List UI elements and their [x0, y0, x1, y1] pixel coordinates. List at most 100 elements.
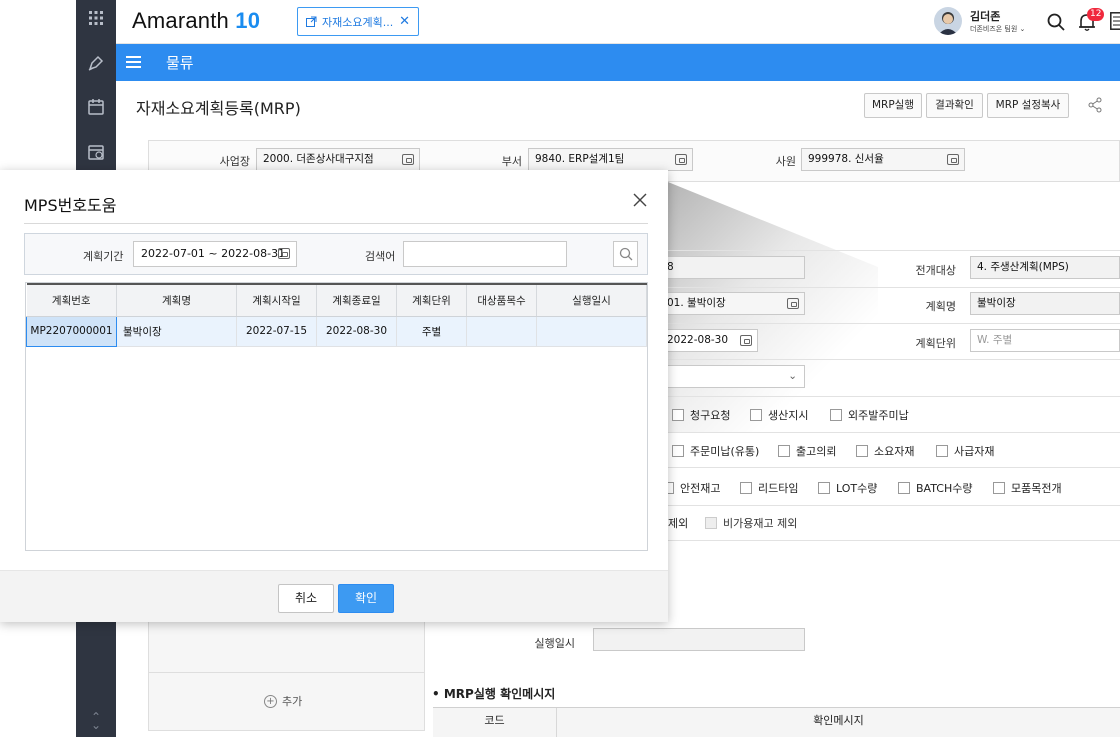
module-menu-bar: 물류	[116, 44, 1120, 81]
checkbox-parent-expand[interactable]: 모품목전개	[993, 480, 1062, 496]
checkbox-label: 생산지시	[768, 409, 809, 422]
app-logo[interactable]: Amaranth 10	[132, 8, 260, 34]
option-dropdown[interactable]: ⌄	[660, 365, 805, 388]
copy-settings-button[interactable]: MRP 설정복사	[987, 93, 1069, 118]
checkbox-exclude-unavailable[interactable]: 비가용재고 제외	[705, 515, 797, 531]
checkbox-lot-qty[interactable]: LOT수량	[818, 480, 877, 496]
plan-name-field[interactable]: 불박이장	[970, 292, 1120, 315]
exec-date-field[interactable]	[593, 628, 805, 651]
checkbox-required-material[interactable]: 소요자재	[856, 443, 914, 459]
column-header[interactable]: 대상품목수	[466, 283, 537, 317]
cell-exec-date[interactable]	[536, 316, 647, 347]
divider	[668, 287, 1120, 288]
schedule-icon[interactable]	[84, 140, 108, 164]
column-header[interactable]: 계획종료일	[316, 283, 397, 317]
result-check-button[interactable]: 결과확인	[926, 93, 983, 118]
checkbox-batch-qty[interactable]: BATCH수량	[898, 480, 972, 496]
divider	[668, 467, 1120, 468]
checkbox-shipping-request[interactable]: 출고의뢰	[778, 443, 836, 459]
open-tab-mrp[interactable]: 자재소요계획... ✕	[297, 7, 419, 36]
hamburger-menu-icon[interactable]	[126, 56, 141, 68]
modal-footer: 취소 확인	[0, 570, 668, 622]
calendar-icon[interactable]	[740, 335, 752, 346]
apps-grid-icon[interactable]	[84, 6, 108, 30]
column-header[interactable]: 계획시작일	[236, 283, 317, 317]
plus-circle-icon: +	[264, 694, 277, 708]
site-value: 2000. 더존상사대구지점	[263, 153, 374, 165]
site-field[interactable]: 2000. 더존상사대구지점	[256, 148, 420, 171]
period-range-input[interactable]: 2022-07-01 ~ 2022-08-31	[133, 241, 297, 267]
modal-filter-bar: 계획기간 2022-07-01 ~ 2022-08-31 검색어	[24, 233, 648, 275]
item-value: 01. 불박이장	[667, 297, 726, 309]
checkbox-outsourcing[interactable]: 외주발주미납	[830, 407, 909, 423]
open-tab-label: 자재소요계획...	[322, 15, 394, 29]
checkbox-production-order[interactable]: 생산지시	[750, 407, 808, 423]
user-org: 더존비즈온 팀원 ⌄	[970, 25, 1026, 33]
plan-unit-field[interactable]: W. 주별	[970, 329, 1120, 352]
confirm-button[interactable]: 확인	[338, 584, 394, 613]
calendar-icon[interactable]	[278, 248, 290, 259]
code-help-icon[interactable]	[402, 154, 414, 165]
employee-label: 사원	[775, 155, 796, 168]
plan-no-field[interactable]: 8	[660, 256, 805, 279]
pen-icon[interactable]	[84, 51, 108, 75]
checkbox-label: BATCH수량	[916, 482, 973, 495]
item-field[interactable]: 01. 불박이장	[660, 292, 805, 315]
code-help-icon[interactable]	[947, 154, 959, 165]
cell-plan-name[interactable]: 불박이장	[116, 316, 237, 347]
divider	[668, 396, 1120, 397]
checkbox-request[interactable]: 청구요청	[672, 407, 730, 423]
close-icon[interactable]	[632, 192, 648, 208]
checkbox-order-unfilled[interactable]: 주문미납(유통)	[672, 443, 759, 459]
column-header[interactable]: 실행일시	[536, 283, 647, 317]
user-profile[interactable]: 김더존 더존비즈온 팀원 ⌄	[934, 6, 1034, 38]
employee-field[interactable]: 999978. 신서율	[801, 148, 965, 171]
chevron-down-icon[interactable]: ⌃ ⌄	[89, 711, 103, 731]
search-icon[interactable]	[1046, 12, 1066, 32]
divider	[668, 359, 1120, 360]
checkbox-label: 소요자재	[874, 445, 915, 458]
cell-plan-no[interactable]: MP2207000001	[26, 315, 117, 347]
divider	[668, 505, 1120, 506]
column-header[interactable]: 계획단위	[396, 283, 467, 317]
dept-field[interactable]: 9840. ERP설계1팀	[528, 148, 693, 171]
table-row[interactable]: MP2207000001 불박이장 2022-07-15 2022-08-30 …	[26, 315, 647, 347]
checkbox-supplied-material[interactable]: 사급자재	[936, 443, 994, 459]
close-tab-icon[interactable]: ✕	[399, 14, 410, 29]
checkbox-label: LOT수량	[836, 482, 878, 495]
search-button[interactable]	[613, 241, 638, 267]
period-value: 2022-07-01 ~ 2022-08-31	[141, 247, 286, 260]
column-header[interactable]: 계획명	[116, 283, 237, 317]
code-help-icon[interactable]	[787, 298, 799, 309]
employee-value: 999978. 신서율	[808, 153, 884, 165]
checkbox-label: 청구요청	[690, 409, 731, 422]
end-date-field[interactable]: 2022-08-30	[660, 329, 758, 352]
calendar-icon[interactable]	[84, 95, 108, 119]
mps-result-grid: 계획번호 계획명 계획시작일 계획종료일 계획단위 대상품목수 실행일시 MP2…	[25, 282, 648, 551]
module-title: 물류	[166, 54, 194, 72]
plan-name-value: 불박이장	[977, 297, 1016, 309]
user-name: 김더존	[970, 10, 1001, 23]
document-icon[interactable]	[1110, 12, 1120, 30]
checkbox-safety-stock[interactable]: 안전재고	[662, 480, 720, 496]
condition-list-panel: + 추가	[148, 621, 425, 731]
code-help-icon[interactable]	[675, 154, 687, 165]
expand-target-field[interactable]: 4. 주생산계획(MPS)	[970, 256, 1120, 279]
period-label: 계획기간	[83, 250, 124, 263]
column-header[interactable]: 계획번호	[26, 283, 117, 317]
cell-end-date[interactable]: 2022-08-30	[316, 316, 397, 347]
share-icon[interactable]	[1087, 97, 1103, 113]
dept-value: 9840. ERP설계1팀	[535, 153, 625, 165]
plan-unit-value: W. 주별	[977, 334, 1013, 346]
cell-start-date[interactable]: 2022-07-15	[236, 316, 317, 347]
keyword-input[interactable]	[403, 241, 567, 267]
cancel-button[interactable]: 취소	[278, 584, 334, 613]
add-button[interactable]: + 추가	[264, 693, 302, 709]
cell-plan-unit[interactable]: 주별	[396, 316, 467, 347]
divider	[668, 540, 1120, 541]
checkbox-label: 안전재고	[680, 482, 721, 495]
checkbox-label: 비가용재고 제외	[723, 517, 798, 530]
cell-item-count[interactable]	[466, 316, 537, 347]
mrp-run-button[interactable]: MRP실행	[864, 93, 922, 118]
checkbox-lead-time[interactable]: 리드타임	[740, 480, 798, 496]
